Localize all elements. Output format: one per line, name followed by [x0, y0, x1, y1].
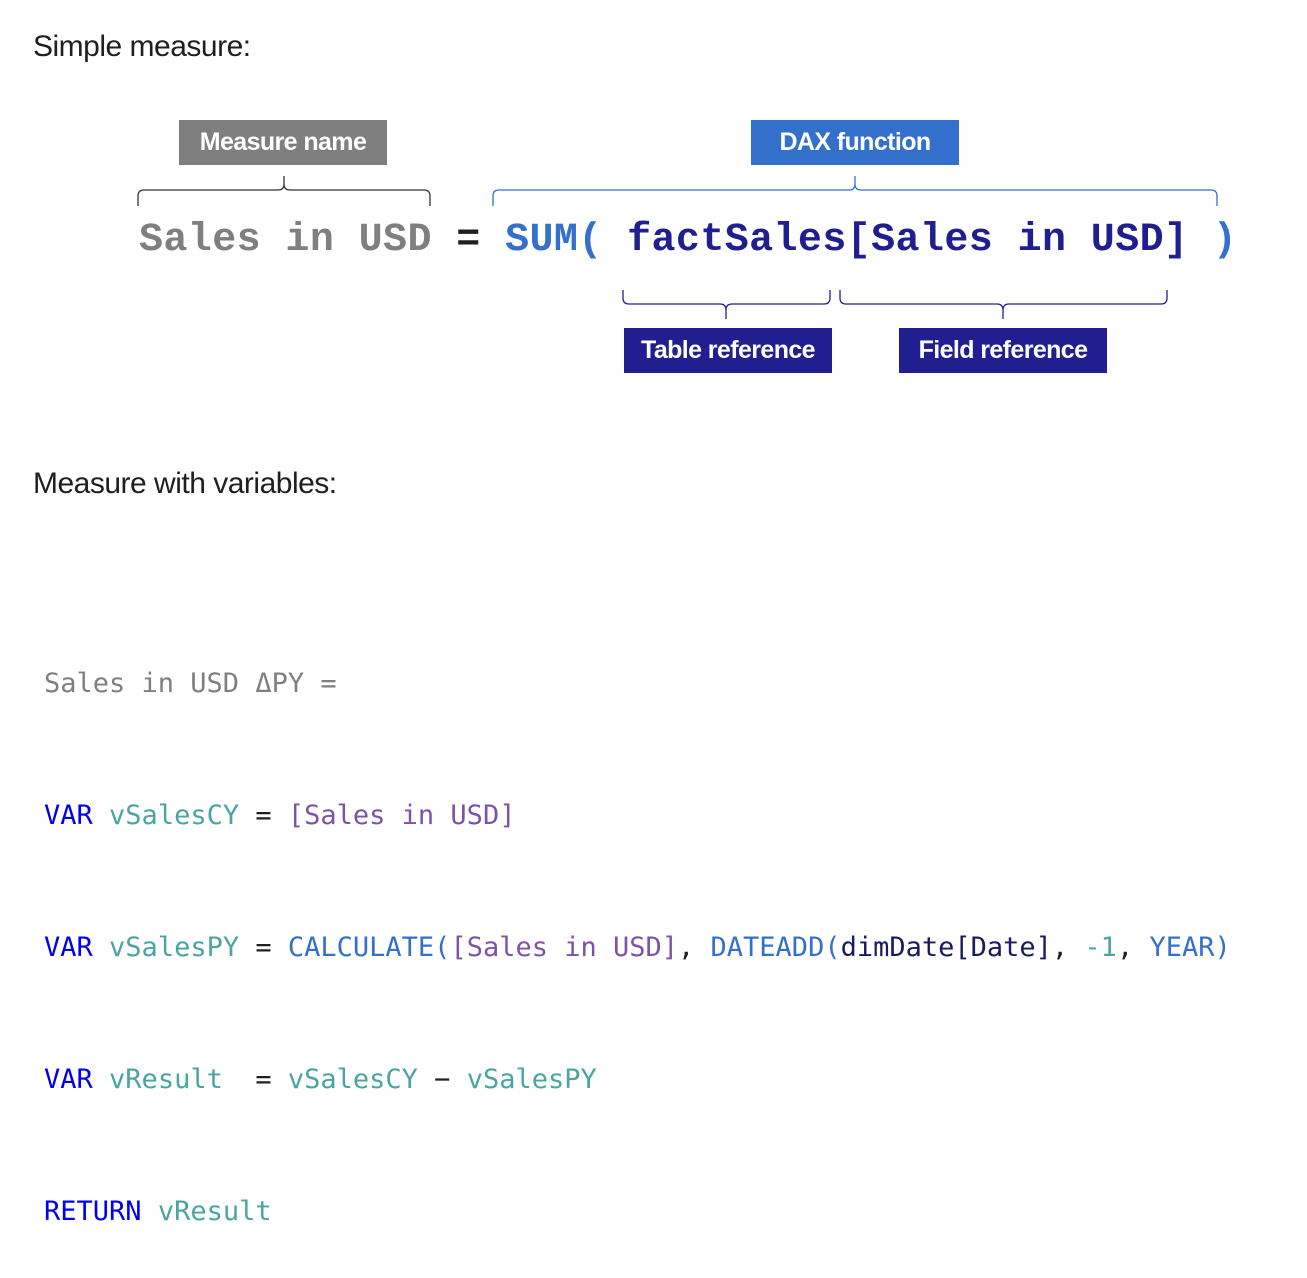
- formula-close: ): [1188, 218, 1238, 263]
- code-function: DATEADD(: [710, 932, 841, 963]
- code-line-return: RETURN vResult: [44, 1190, 1231, 1234]
- code-number: -1: [1084, 932, 1117, 963]
- code-line-header: Sales in USD ΔPY =: [44, 668, 337, 699]
- code-equals: =: [239, 932, 288, 963]
- measure-name-brace: [137, 176, 431, 206]
- code-measure-ref: [Sales in USD]: [287, 800, 516, 831]
- code-keyword: VAR: [44, 932, 93, 963]
- code-equals: =: [222, 1064, 288, 1095]
- code-measure-ref: [Sales in USD]: [450, 932, 679, 963]
- code-variable: vResult: [109, 1064, 223, 1095]
- formula-measure-name: Sales in USD: [139, 218, 432, 263]
- code-year-arg: YEAR): [1149, 932, 1231, 963]
- code-variable: vResult: [157, 1196, 272, 1227]
- formula-equals: =: [431, 218, 506, 263]
- variables-measure-heading: Measure with variables:: [33, 467, 337, 500]
- dax-function-brace: [492, 176, 1218, 206]
- formula-table: factSales: [627, 218, 847, 263]
- code-equals: =: [239, 800, 288, 831]
- code-keyword: VAR: [44, 1064, 93, 1095]
- code-table-ref: dimDate[Date]: [840, 932, 1052, 963]
- field-reference-brace: [839, 290, 1168, 319]
- code-minus: −: [417, 1064, 467, 1095]
- code-comma: ,: [678, 932, 711, 963]
- code-variable: vSalesCY: [109, 800, 240, 831]
- code-keyword: RETURN: [44, 1196, 142, 1227]
- simple-formula: Sales in USD = SUM( factSales[Sales in U…: [139, 216, 1237, 266]
- code-line-result: VAR vResult = vSalesCY − vSalesPY: [44, 1058, 1231, 1102]
- formula-space: [603, 218, 627, 263]
- code-comma: ,: [1116, 932, 1150, 963]
- code-variable: vSalesPY: [109, 932, 240, 963]
- formula-field: [Sales in USD]: [846, 218, 1189, 263]
- code-variable: vSalesCY: [287, 1064, 418, 1095]
- code-variable: vSalesPY: [466, 1064, 597, 1095]
- code-keyword: VAR: [44, 800, 93, 831]
- formula-function: SUM(: [505, 218, 603, 263]
- table-reference-brace: [622, 290, 831, 319]
- variables-code-block: Sales in USD ΔPY = VAR vSalesCY = [Sales…: [44, 574, 1231, 1278]
- code-function: CALCULATE(: [287, 932, 451, 963]
- code-line-cy: VAR vSalesCY = [Sales in USD]: [44, 794, 1231, 838]
- code-line-py: VAR vSalesPY = CALCULATE([Sales in USD],…: [44, 926, 1231, 970]
- code-comma: ,: [1051, 932, 1085, 963]
